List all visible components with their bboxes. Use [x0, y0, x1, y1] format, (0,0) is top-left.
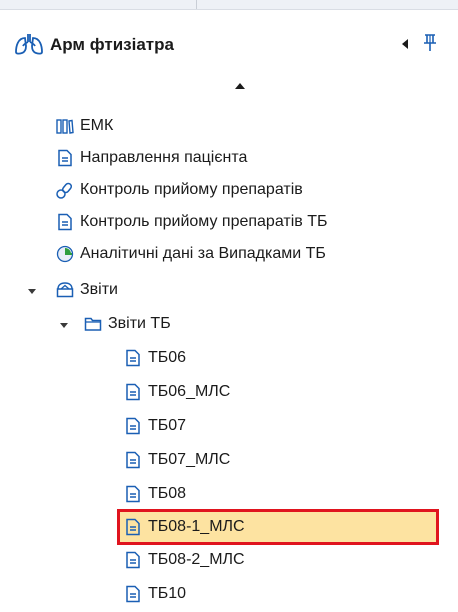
tree-item-report-tb08-1-mls[interactable]: ТБ08-1_МЛС [117, 509, 439, 545]
lungs-icon [14, 32, 44, 56]
tree-item-tb-analytics[interactable]: Аналітичні дані за Випадками ТБ [56, 238, 326, 270]
tree-item-label: ЕМК [80, 117, 114, 134]
tree-item-report-tb08[interactable]: ТБ08 [124, 478, 186, 510]
tree-item-label: Аналітичні дані за Випадками ТБ [80, 245, 326, 262]
tree-item-label: Направлення пацієнта [80, 149, 248, 166]
document-icon [56, 213, 74, 231]
navigation-tree: ЕМК Направлення пацієнта Контроль прийом… [0, 100, 458, 612]
tree-item-report-tb07-mls[interactable]: ТБ07_МЛС [124, 444, 230, 476]
document-icon [56, 149, 74, 167]
tree-item-label: ТБ07 [148, 417, 187, 434]
folder-icon [84, 315, 102, 333]
document-icon [124, 585, 142, 603]
tree-item-report-tb10[interactable]: ТБ10 [124, 578, 186, 610]
pills-icon [56, 181, 74, 199]
tree-item-tb-medication-control[interactable]: Контроль прийому препаратів ТБ [56, 206, 327, 238]
tree-item-label: ТБ08 [148, 485, 187, 502]
tree-item-medication-control[interactable]: Контроль прийому препаратів [56, 174, 303, 206]
document-icon [124, 383, 142, 401]
document-icon [124, 485, 142, 503]
pin-icon[interactable] [422, 33, 438, 53]
chevron-down-icon[interactable] [26, 284, 38, 296]
tree-item-label: Контроль прийому препаратів [80, 181, 303, 198]
tree-item-report-tb06[interactable]: ТБ06 [124, 342, 186, 374]
library-icon [56, 117, 74, 135]
reports-icon [56, 281, 74, 299]
tree-item-label: ТБ07_МЛС [148, 451, 231, 468]
tree-item-label: ТБ10 [148, 585, 187, 602]
document-icon [124, 451, 142, 469]
chart-clock-icon [56, 245, 74, 263]
tree-item-reports[interactable]: Звіти [56, 274, 118, 306]
panel-header: Арм фтизіатра [10, 18, 450, 89]
tree-item-label: ТБ06 [148, 349, 187, 366]
chevron-down-icon[interactable] [58, 318, 70, 330]
top-toolbar-strip [0, 0, 458, 10]
tree-item-label: ТБ06_МЛС [148, 383, 231, 400]
tree-item-report-tb07[interactable]: ТБ07 [124, 410, 186, 442]
tree-item-emk[interactable]: ЕМК [56, 110, 113, 142]
tree-item-label: Контроль прийому препаратів ТБ [80, 213, 328, 230]
document-icon [124, 417, 142, 435]
document-icon [124, 349, 142, 367]
toolbar-separator [196, 0, 197, 9]
tree-item-report-tb06-mls[interactable]: ТБ06_МЛС [124, 376, 230, 408]
tree-item-label: Звіти ТБ [108, 315, 171, 332]
triangle-left-icon[interactable] [399, 36, 411, 52]
tree-item-tb-reports-folder[interactable]: Звіти ТБ [84, 308, 171, 340]
document-icon [124, 518, 142, 536]
tree-item-label: ТБ08-2_МЛС [148, 551, 245, 568]
document-icon [124, 551, 142, 569]
tree-item-label: ТБ08-1_МЛС [148, 518, 245, 535]
tree-item-patient-referral[interactable]: Направлення пацієнта [56, 142, 247, 174]
tree-item-label: Звіти [80, 281, 118, 298]
triangle-up-icon[interactable] [228, 78, 252, 94]
panel-title: Арм фтизіатра [50, 35, 174, 54]
tree-item-report-tb08-2-mls[interactable]: ТБ08-2_МЛС [124, 544, 245, 576]
